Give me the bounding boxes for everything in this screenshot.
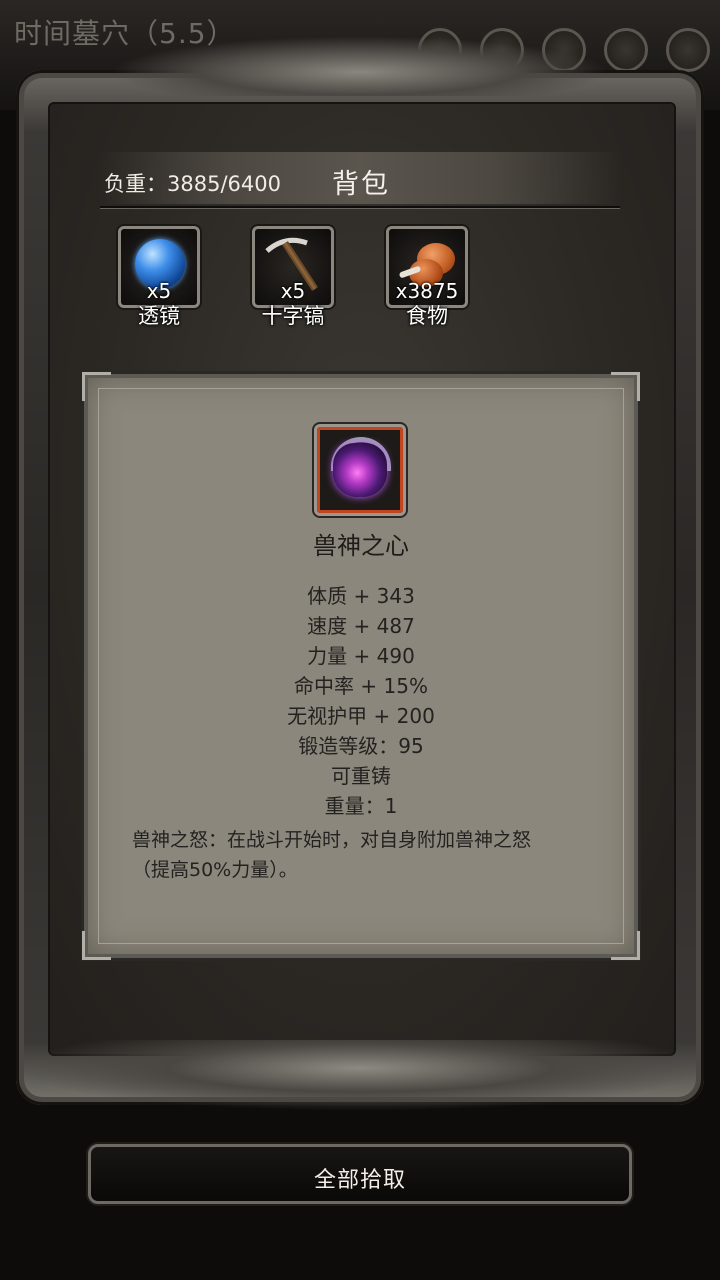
bag-title: 背包 <box>332 169 390 200</box>
description-line: （提高50%力量）。 <box>132 859 298 881</box>
item-label-pickaxe: 十字镐 <box>261 304 325 328</box>
frame-bottom-ornament <box>20 1040 700 1110</box>
item-slot-pickaxe[interactable]: x5 <box>252 226 334 308</box>
item-slot-lens[interactable]: x5 <box>118 226 200 308</box>
stat-line: 无视护甲 + 200 <box>287 704 435 728</box>
item-description: 兽神之怒：在战斗开始时，对自身附加兽神之怒 （提高50%力量）。 <box>132 825 602 885</box>
panel-corner <box>82 931 111 960</box>
item-label-food: 食物 <box>406 304 448 328</box>
frame-crest-ornament <box>110 36 610 96</box>
stat-line: 可重铸 <box>331 764 391 788</box>
pickup-all-label: 全部拾取 <box>313 1168 406 1193</box>
stat-line: 命中率 + 15% <box>294 674 428 698</box>
description-line: 兽神之怒：在战斗开始时，对自身附加兽神之怒 <box>132 829 532 851</box>
gear-icon <box>666 28 710 72</box>
stat-line: 重量：1 <box>324 794 398 818</box>
item-slot-food[interactable]: x3875 <box>386 226 468 308</box>
stat-line: 锻造等级：95 <box>298 734 424 758</box>
panel-corner <box>611 931 640 960</box>
stat-line: 速度 + 487 <box>307 614 415 638</box>
weight-label: 负重：3885/6400 <box>104 172 281 196</box>
stat-line: 体质 + 343 <box>307 584 415 608</box>
item-detail-icon-frame <box>314 424 406 516</box>
item-name: 兽神之心 <box>313 532 409 560</box>
header-divider <box>100 206 620 208</box>
panel-corner <box>82 372 111 401</box>
round-icon-4 <box>604 28 648 72</box>
item-label-lens: 透镜 <box>138 304 180 328</box>
stat-line: 力量 + 490 <box>307 644 415 668</box>
pickup-all-button[interactable]: 全部拾取 <box>88 1144 632 1204</box>
panel-corner <box>611 372 640 401</box>
